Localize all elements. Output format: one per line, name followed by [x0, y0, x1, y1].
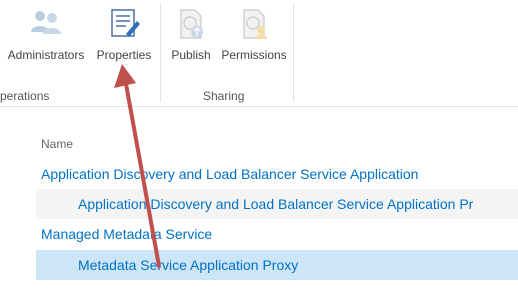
administrators-button[interactable]: Administrators	[3, 6, 89, 68]
permissions-button[interactable]: Permissions	[218, 6, 290, 68]
service-applications-list: Name Application Discovery and Load Bala…	[0, 107, 518, 294]
list-row-selected[interactable]: Metadata Service Application Proxy	[36, 250, 518, 280]
row-name-link[interactable]: Managed Metadata Service	[41, 226, 212, 242]
permissions-label: Permissions	[221, 48, 287, 62]
properties-button[interactable]: Properties	[93, 6, 155, 68]
ribbon: Administrators Properties perations Publ…	[0, 0, 518, 106]
properties-icon	[106, 6, 142, 42]
list-row[interactable]: Managed Metadata Service	[36, 219, 518, 249]
users-icon	[28, 6, 64, 42]
group-separator	[160, 4, 161, 102]
row-name-link[interactable]: Metadata Service Application Proxy	[78, 257, 298, 273]
administrators-label: Administrators	[7, 48, 85, 62]
permissions-icon	[236, 6, 272, 42]
sharing-group-label: Sharing	[203, 89, 245, 103]
publish-button[interactable]: Publish	[168, 6, 214, 68]
properties-label: Properties	[96, 48, 152, 62]
row-name-link[interactable]: Application Discovery and Load Balancer …	[78, 196, 473, 212]
row-name-link[interactable]: Application Discovery and Load Balancer …	[41, 166, 418, 182]
publish-icon	[173, 6, 209, 42]
list-row[interactable]: Application Discovery and Load Balancer …	[36, 159, 518, 189]
operations-group-label: perations	[0, 89, 50, 103]
group-separator	[293, 4, 294, 102]
publish-label: Publish	[171, 48, 211, 62]
list-row[interactable]: Application Discovery and Load Balancer …	[36, 189, 518, 219]
name-column-header[interactable]: Name	[41, 137, 73, 151]
